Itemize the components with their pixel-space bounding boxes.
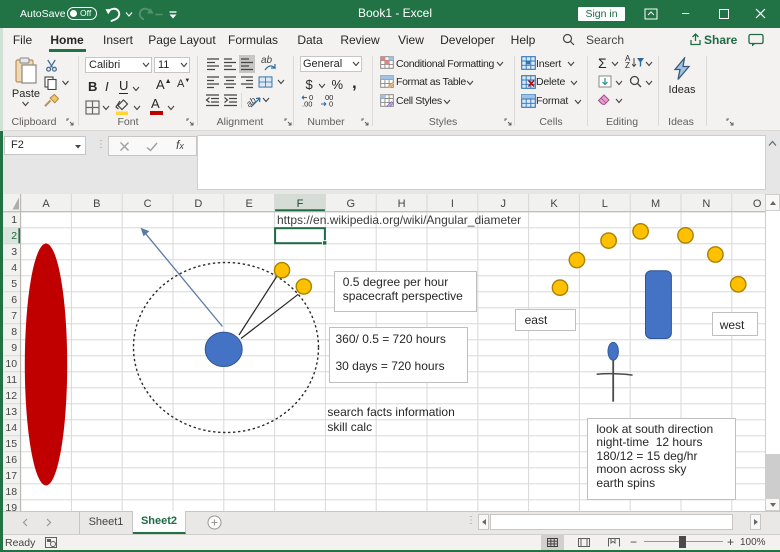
svg-text:1: 1 xyxy=(11,214,17,226)
svg-text:7: 7 xyxy=(11,310,17,322)
svg-text:C: C xyxy=(144,198,152,210)
svg-text:9: 9 xyxy=(11,342,17,354)
svg-text:2: 2 xyxy=(11,230,17,242)
svg-text:5: 5 xyxy=(11,278,17,290)
svg-text:11: 11 xyxy=(6,374,17,386)
svg-text:H: H xyxy=(398,198,406,210)
svg-text:4: 4 xyxy=(11,262,17,274)
svg-text:18: 18 xyxy=(5,486,17,498)
svg-text:D: D xyxy=(194,198,202,210)
svg-text:I: I xyxy=(451,198,454,210)
svg-text:13: 13 xyxy=(5,406,17,418)
svg-text:L: L xyxy=(602,198,608,210)
svg-text:16: 16 xyxy=(5,454,17,466)
svg-text:A: A xyxy=(42,198,50,210)
svg-text:M: M xyxy=(651,198,660,210)
svg-text:F: F xyxy=(297,198,304,210)
svg-text:12: 12 xyxy=(5,390,17,402)
svg-text:6: 6 xyxy=(11,294,17,306)
svg-text:G: G xyxy=(347,198,356,210)
svg-text:O: O xyxy=(753,198,762,210)
svg-text:10: 10 xyxy=(5,358,17,370)
svg-text:N: N xyxy=(702,198,710,210)
svg-text:17: 17 xyxy=(5,470,17,482)
svg-text:15: 15 xyxy=(5,438,17,450)
svg-text:K: K xyxy=(550,198,558,210)
svg-text:8: 8 xyxy=(11,326,17,338)
svg-text:J: J xyxy=(500,198,506,210)
svg-text:B: B xyxy=(93,198,100,210)
svg-text:E: E xyxy=(246,198,253,210)
svg-text:14: 14 xyxy=(5,422,17,434)
svg-text:3: 3 xyxy=(11,246,17,258)
